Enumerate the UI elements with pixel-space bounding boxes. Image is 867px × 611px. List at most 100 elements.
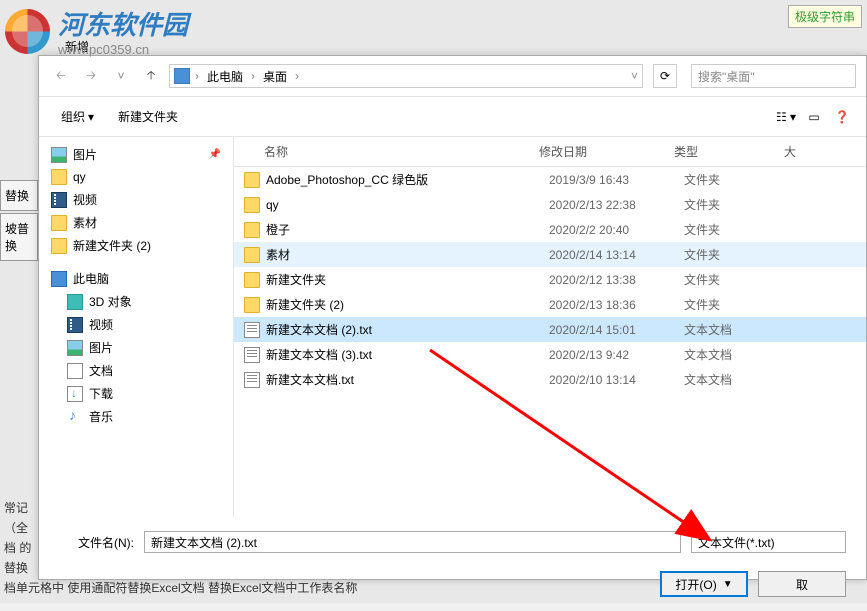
chevron-right-icon[interactable]: ›	[251, 69, 255, 83]
sidebar-item-newfolder2[interactable]: 新建文件夹 (2)	[39, 234, 233, 257]
column-header-type[interactable]: 类型	[674, 143, 784, 160]
file-name: Adobe_Photoshop_CC 绿色版	[266, 171, 549, 188]
file-row[interactable]: 素材 2020/2/14 13:14 文件夹	[234, 242, 866, 267]
file-row[interactable]: 新建文本文档 (3).txt 2020/2/13 9:42 文本文档	[234, 342, 866, 367]
column-header-name[interactable]: 名称	[234, 143, 539, 160]
sidebar-item-video[interactable]: 视频	[39, 188, 233, 211]
pc-icon	[51, 271, 67, 287]
file-name: 新建文本文档 (3).txt	[266, 346, 549, 363]
file-type: 文件夹	[684, 271, 794, 288]
folder-icon	[244, 172, 260, 188]
sidebar-item-label: 下载	[89, 385, 113, 402]
3d-icon	[67, 294, 83, 310]
txt-icon	[244, 372, 260, 388]
bg-btn-replace[interactable]: 替换	[0, 180, 38, 211]
file-row[interactable]: Adobe_Photoshop_CC 绿色版 2019/3/9 16:43 文件…	[234, 167, 866, 192]
column-header-date[interactable]: 修改日期	[539, 143, 674, 160]
file-type: 文件夹	[684, 196, 794, 213]
folder-icon	[244, 197, 260, 213]
breadcrumb-item-desktop[interactable]: 桌面	[260, 68, 290, 85]
file-type: 文件夹	[684, 296, 794, 313]
sidebar-item-music[interactable]: 音乐	[39, 405, 233, 428]
preview-pane-button[interactable]: ▭	[802, 107, 826, 127]
search-input[interactable]: 搜索"桌面"	[691, 64, 856, 88]
sidebar-item-qy[interactable]: qy	[39, 166, 233, 188]
toolbar: 组织 ▾ 新建文件夹 ☷ ▾ ▭ ❓	[39, 97, 866, 137]
txt-icon	[244, 322, 260, 338]
filename-label: 文件名(N):	[59, 534, 134, 551]
chevron-right-icon[interactable]: ›	[295, 69, 299, 83]
view-options-button[interactable]: ☷ ▾	[774, 107, 798, 127]
file-row[interactable]: 新建文件夹 (2) 2020/2/13 18:36 文件夹	[234, 292, 866, 317]
sidebar-item-label: 视频	[73, 191, 97, 208]
filename-input[interactable]	[144, 531, 681, 553]
music-icon	[67, 409, 83, 425]
file-type: 文本文档	[684, 346, 794, 363]
file-date: 2020/2/13 9:42	[549, 348, 684, 362]
file-date: 2020/2/13 18:36	[549, 298, 684, 312]
refresh-button[interactable]: ⟳	[653, 64, 677, 88]
cancel-button[interactable]: 取	[758, 571, 846, 597]
file-name: 新建文件夹 (2)	[266, 296, 549, 313]
up-button[interactable]: 🡡	[139, 64, 163, 88]
filetype-filter[interactable]: 文本文件(*.txt)	[691, 531, 846, 553]
sidebar-item-3d[interactable]: 3D 对象	[39, 290, 233, 313]
organize-button[interactable]: 组织 ▾	[51, 105, 104, 128]
sidebar-item-pictures2[interactable]: 图片	[39, 336, 233, 359]
back-button[interactable]: 🡠	[49, 64, 73, 88]
file-row[interactable]: 新建文本文档.txt 2020/2/10 13:14 文本文档	[234, 367, 866, 392]
file-open-dialog: 🡠 🡢 ˅ 🡡 › 此电脑 › 桌面 › ˅ ⟳ 搜索"桌面" 组织 ▾ 新建文…	[38, 55, 867, 580]
dropdown-icon[interactable]: ˅	[631, 69, 638, 83]
picture-icon	[67, 340, 83, 356]
open-button[interactable]: 打开(O) ▼	[660, 571, 748, 597]
address-bar: 🡠 🡢 ˅ 🡡 › 此电脑 › 桌面 › ˅ ⟳ 搜索"桌面"	[39, 56, 866, 97]
column-header-size[interactable]: 大	[784, 143, 834, 160]
file-type: 文件夹	[684, 246, 794, 263]
file-name: 橙子	[266, 221, 549, 238]
file-list: 名称 修改日期 类型 大 Adobe_Photoshop_CC 绿色版 2019…	[234, 137, 866, 517]
file-row[interactable]: 新建文件夹 2020/2/12 13:38 文件夹	[234, 267, 866, 292]
breadcrumb-item-pc[interactable]: 此电脑	[204, 68, 246, 85]
file-name: 新建文件夹	[266, 271, 549, 288]
search-placeholder: 搜索"桌面"	[698, 68, 755, 85]
sidebar-item-thispc[interactable]: 此电脑	[39, 267, 233, 290]
file-date: 2020/2/2 20:40	[549, 223, 684, 237]
file-row[interactable]: qy 2020/2/13 22:38 文件夹	[234, 192, 866, 217]
chevron-right-icon[interactable]: ›	[195, 69, 199, 83]
bg-top-right: 极级字符串	[788, 5, 862, 28]
help-button[interactable]: ❓	[830, 107, 854, 127]
sidebar-item-label: 此电脑	[73, 270, 109, 287]
sidebar-item-documents[interactable]: 文档	[39, 359, 233, 382]
picture-icon	[51, 147, 67, 163]
sidebar-item-label: 图片	[89, 339, 113, 356]
folder-icon	[244, 297, 260, 313]
new-folder-button[interactable]: 新建文件夹	[108, 105, 188, 128]
folder-icon	[244, 222, 260, 238]
file-date: 2020/2/12 13:38	[549, 273, 684, 287]
bg-btn-replace2[interactable]: 坡普换	[0, 213, 38, 261]
file-name: 新建文本文档.txt	[266, 371, 549, 388]
sidebar-item-pictures[interactable]: 图片 📌	[39, 143, 233, 166]
file-type: 文本文档	[684, 371, 794, 388]
sidebar-item-label: 新建文件夹 (2)	[73, 237, 151, 254]
sidebar-item-label: 图片	[73, 146, 97, 163]
folder-icon	[51, 238, 67, 254]
sidebar: 图片 📌 qy 视频 素材 新建文件夹 (2) 此电脑	[39, 137, 234, 517]
sidebar-item-label: 3D 对象	[89, 293, 132, 310]
sidebar-item-video2[interactable]: 视频	[39, 313, 233, 336]
file-row[interactable]: 新建文本文档 (2).txt 2020/2/14 15:01 文本文档	[234, 317, 866, 342]
breadcrumb[interactable]: › 此电脑 › 桌面 › ˅	[169, 64, 643, 88]
watermark-title: 河东软件园	[58, 5, 188, 42]
folder-icon	[244, 272, 260, 288]
sidebar-item-label: 文档	[89, 362, 113, 379]
file-name: 素材	[266, 246, 549, 263]
recent-dropdown[interactable]: ˅	[109, 64, 133, 88]
file-name: 新建文本文档 (2).txt	[266, 321, 549, 338]
sidebar-item-material[interactable]: 素材	[39, 211, 233, 234]
file-row[interactable]: 橙子 2020/2/2 20:40 文件夹	[234, 217, 866, 242]
file-date: 2020/2/10 13:14	[549, 373, 684, 387]
file-date: 2020/2/14 15:01	[549, 323, 684, 337]
sidebar-item-label: 视频	[89, 316, 113, 333]
sidebar-item-downloads[interactable]: 下载	[39, 382, 233, 405]
folder-icon	[51, 215, 67, 231]
